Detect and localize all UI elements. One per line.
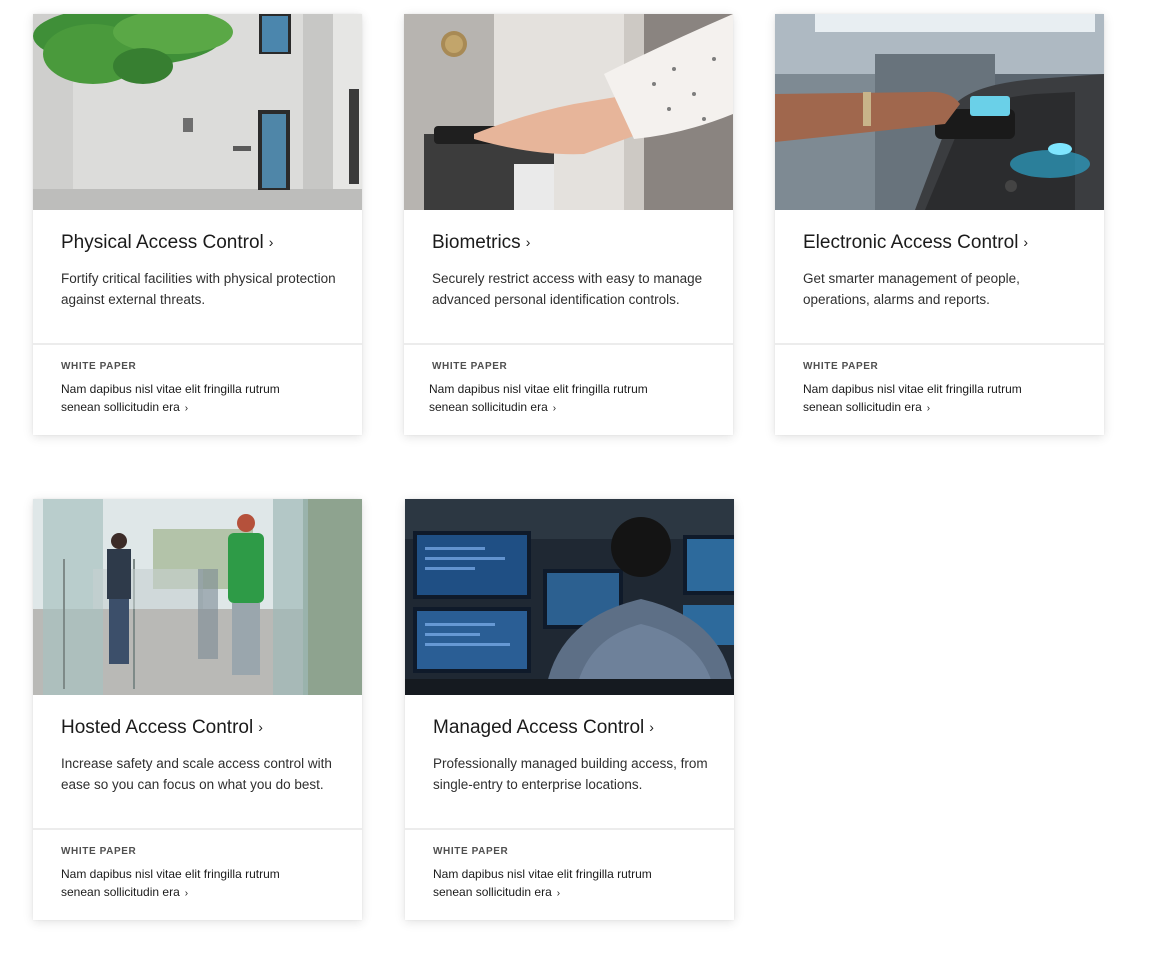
divider [405,828,734,830]
card-title-text: Physical Access Control [61,232,264,253]
solution-card-electronic-access-control[interactable]: Electronic Access Control › Get smarter m… [775,14,1104,435]
divider [775,343,1104,345]
white-paper-link[interactable]: Nam dapibus nisl vitae elit fringilla ru… [429,380,679,418]
card-description: Increase safety and scale access control… [61,756,332,792]
solution-card-biometrics[interactable]: Biometrics › Securely restrict access wit… [404,14,733,435]
white-paper-label: WHITE PAPER [61,846,137,857]
white-paper-label: WHITE PAPER [803,361,879,372]
white-paper-label: WHITE PAPER [432,361,508,372]
building-facade-image [33,14,362,210]
card-title-link[interactable]: Managed Access Control › [433,717,654,739]
card-title-text: Managed Access Control [433,717,645,738]
chevron-right-icon: › [926,403,931,414]
divider [33,828,362,830]
chevron-right-icon: › [525,234,531,250]
fingerprint-scanner-image [404,14,733,210]
card-title-link[interactable]: Electronic Access Control › [803,232,1028,254]
solution-card-physical-access-control[interactable]: Physical Access Control › Fortify critica… [33,14,362,435]
white-paper-link-text: Nam dapibus nisl vitae elit fringilla ru… [61,382,280,414]
divider [404,343,733,345]
white-paper-link-text: Nam dapibus nisl vitae elit fringilla ru… [803,382,1022,414]
card-title-text: Biometrics [432,232,521,253]
card-title-link[interactable]: Physical Access Control › [61,232,273,254]
white-paper-link[interactable]: Nam dapibus nisl vitae elit fringilla ru… [61,380,311,418]
white-paper-label: WHITE PAPER [433,846,509,857]
white-paper-link[interactable]: Nam dapibus nisl vitae elit fringilla ru… [433,865,683,903]
white-paper-link-text: Nam dapibus nisl vitae elit fringilla ru… [61,867,280,899]
white-paper-label: WHITE PAPER [61,361,137,372]
divider [33,343,362,345]
chevron-right-icon: › [1023,234,1029,250]
solution-card-managed-access-control[interactable]: Managed Access Control › Professionally m… [405,499,734,920]
chevron-right-icon: › [184,888,189,899]
white-paper-link-text: Nam dapibus nisl vitae elit fringilla ru… [429,382,648,414]
security-operations-center-image [405,499,734,695]
chevron-right-icon: › [184,403,189,414]
card-title-link[interactable]: Hosted Access Control › [61,717,263,739]
chevron-right-icon: › [552,403,557,414]
card-description: Professionally managed building access, … [433,756,708,792]
turnstile-card-reader-image [775,14,1104,210]
white-paper-link[interactable]: Nam dapibus nisl vitae elit fringilla ru… [803,380,1053,418]
chevron-right-icon: › [258,719,263,735]
chevron-right-icon: › [649,719,654,735]
chevron-right-icon: › [556,888,561,899]
glass-gates-lobby-image [33,499,362,695]
white-paper-link[interactable]: Nam dapibus nisl vitae elit fringilla ru… [61,865,311,903]
card-title-text: Electronic Access Control [803,232,1019,253]
solution-card-hosted-access-control[interactable]: Hosted Access Control › Increase safety a… [33,499,362,920]
card-description: Get smarter management of people, operat… [803,271,1020,307]
white-paper-link-text: Nam dapibus nisl vitae elit fringilla ru… [433,867,652,899]
chevron-right-icon: › [268,234,274,250]
card-title-link[interactable]: Biometrics › [432,232,530,254]
card-description: Securely restrict access with easy to ma… [432,271,703,307]
card-title-text: Hosted Access Control [61,717,254,738]
card-description: Fortify critical facilities with physica… [61,271,336,307]
